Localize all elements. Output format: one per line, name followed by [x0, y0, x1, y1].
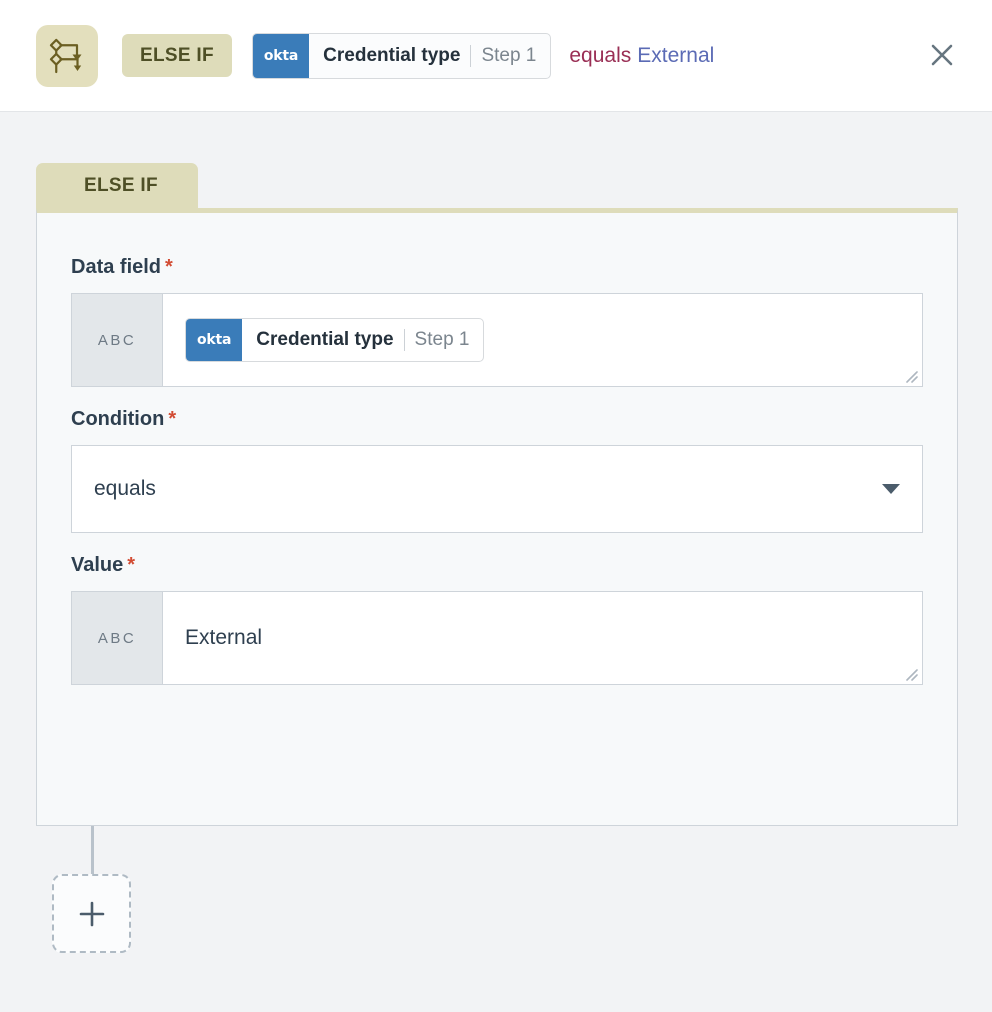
value-field-resize-handle[interactable]: [902, 665, 918, 681]
value-field-text: External: [185, 626, 262, 650]
header-token-divider: [470, 45, 471, 67]
data-field-token-title: Credential type: [256, 329, 393, 351]
value-field-input[interactable]: ABC External: [71, 591, 923, 685]
data-field-label-text: Data field: [71, 256, 161, 278]
header-data-token-chip[interactable]: okta Credential type Step 1: [252, 33, 551, 79]
value-field-block: Value* ABC External: [71, 555, 923, 685]
header-expression: equals External: [569, 44, 714, 68]
data-field-token-step: Step 1: [415, 329, 470, 351]
data-field-token-body: Credential type Step 1: [242, 319, 483, 361]
step-header-bar: ELSE IF okta Credential type Step 1 equa…: [0, 0, 992, 112]
condition-select[interactable]: equals: [71, 445, 923, 533]
data-field-label: Data field*: [71, 257, 923, 277]
header-token-title: Credential type: [323, 45, 460, 67]
data-field-token-divider: [404, 329, 405, 351]
add-step-button[interactable]: [52, 874, 131, 953]
condition-required-marker: *: [168, 408, 176, 430]
value-field-type-prefix: ABC: [72, 592, 163, 684]
close-icon[interactable]: [922, 35, 962, 75]
header-expression-value: External: [637, 44, 714, 67]
plus-icon: [75, 897, 109, 931]
card-tab-else-if[interactable]: ELSE IF: [36, 163, 198, 208]
condition-field-block: Condition* equals: [71, 409, 923, 533]
value-label-text: Value: [71, 554, 123, 576]
chevron-down-icon[interactable]: [882, 484, 900, 494]
value-label: Value*: [71, 555, 923, 575]
workflow-canvas: ELSE IF Data field* ABC okta Credential …: [0, 112, 992, 1012]
condition-label: Condition*: [71, 409, 923, 429]
okta-logo-icon: okta: [253, 34, 309, 78]
data-field-resize-handle[interactable]: [902, 367, 918, 383]
value-required-marker: *: [127, 554, 135, 576]
else-if-condition-card: Data field* ABC okta Credential type Ste…: [36, 208, 958, 826]
data-field-input[interactable]: ABC okta Credential type Step 1: [71, 293, 923, 387]
condition-selected-value: equals: [94, 477, 156, 501]
data-field-input-area[interactable]: okta Credential type Step 1: [163, 294, 922, 386]
condition-label-text: Condition: [71, 408, 164, 430]
data-field-required-marker: *: [165, 256, 173, 278]
header-token-step: Step 1: [481, 45, 536, 67]
branch-decision-icon: [36, 25, 98, 87]
value-field-input-area[interactable]: External: [163, 592, 922, 684]
header-else-if-badge: ELSE IF: [122, 34, 232, 77]
data-field-token-chip[interactable]: okta Credential type Step 1: [185, 318, 484, 362]
header-expression-operator: equals: [569, 44, 631, 67]
header-token-body: Credential type Step 1: [309, 34, 550, 78]
data-field-block: Data field* ABC okta Credential type Ste…: [71, 257, 923, 387]
okta-logo-icon: okta: [186, 319, 242, 361]
data-field-type-prefix: ABC: [72, 294, 163, 386]
